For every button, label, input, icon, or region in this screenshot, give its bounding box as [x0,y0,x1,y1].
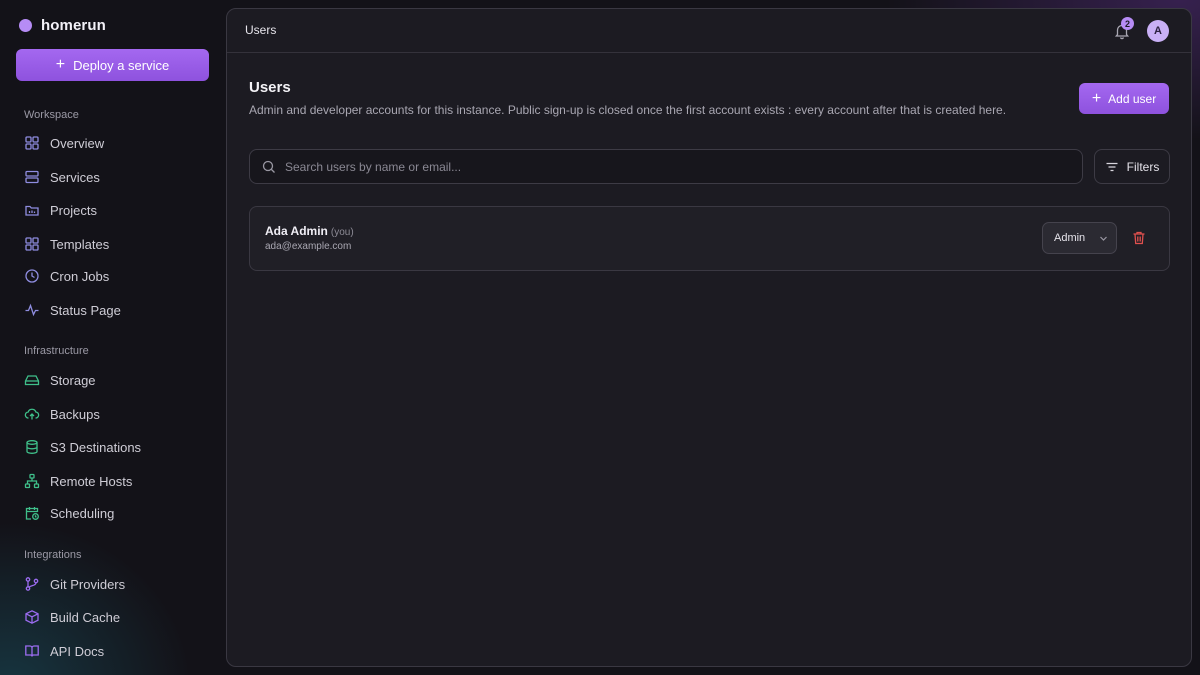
sidebar-item-storage[interactable]: Storage [24,370,96,390]
brand[interactable]: homerun [19,17,106,34]
section-label-infrastructure: Infrastructure [24,345,89,357]
user-email: ada@example.com [265,241,352,252]
sidebar-item-remote-hosts[interactable]: Remote Hosts [24,471,132,491]
sidebar-item-label: Status Page [50,302,121,318]
sidebar-item-cron-jobs[interactable]: Cron Jobs [24,266,109,286]
deploy-service-label: Deploy a service [73,57,170,73]
hard-drive-icon [24,375,40,386]
sidebar-item-label: Git Providers [50,576,126,592]
network-icon [24,473,40,489]
add-user-label: Add user [1108,91,1157,106]
box-icon [25,610,39,624]
trash-icon[interactable] [1131,230,1147,246]
search-icon [262,160,275,173]
calendar-clock-icon [25,507,39,520]
plus-icon: + [1091,89,1102,107]
sidebar-item-backups[interactable]: Backups [24,404,100,424]
sidebar-item-label: Cron Jobs [50,268,110,284]
sidebar-item-label: Backups [50,406,100,422]
server-icon [25,170,39,184]
sidebar-item-services[interactable]: Services [24,167,100,187]
role-value: Admin [1054,232,1086,244]
deploy-service-button[interactable]: + Deploy a service [16,49,209,81]
sidebar-item-label: Scheduling [50,505,115,521]
notification-count-badge: 2 [1121,17,1134,30]
sidebar: homerun + Deploy a service Workspace Ove… [0,0,225,675]
sidebar-item-label: Storage [50,372,96,388]
search-box [249,149,1083,184]
table-row: Ada Admin (you) ada@example.com Admin [249,206,1170,271]
sidebar-item-api-docs[interactable]: API Docs [24,641,104,661]
sidebar-item-label: Projects [50,202,97,218]
topbar-title: Users [245,23,277,37]
chevron-down-icon [1100,236,1108,241]
sidebar-item-label: Services [50,169,100,185]
search-input[interactable] [285,159,1065,174]
section-label-workspace: Workspace [24,109,79,121]
filters-button[interactable]: Filters [1094,149,1170,184]
avatar[interactable]: A [1147,20,1169,42]
sidebar-item-projects[interactable]: Projects [24,200,97,220]
sidebar-item-build-cache[interactable]: Build Cache [24,607,120,627]
plus-icon: + [55,56,66,73]
role-select[interactable]: Admin [1042,222,1117,254]
sidebar-item-git-providers[interactable]: Git Providers [24,574,125,594]
topbar: Users 2 A [227,9,1191,53]
sidebar-item-scheduling[interactable]: Scheduling [24,503,114,523]
page-title: Users [249,79,291,96]
sidebar-item-label: Build Cache [50,609,121,625]
sidebar-item-label: Templates [50,236,110,252]
sidebar-item-label: Overview [50,135,105,151]
clock-icon [25,269,39,283]
sidebar-item-status-page[interactable]: Status Page [24,300,121,320]
sidebar-item-overview[interactable]: Overview [24,133,104,153]
add-user-button[interactable]: + Add user [1079,83,1169,114]
sidebar-item-s3-destinations[interactable]: S3 Destinations [24,437,141,457]
sidebar-item-label: S3 Destinations [50,439,142,455]
sidebar-item-templates[interactable]: Templates [24,234,109,254]
brand-name: homerun [41,17,106,34]
database-icon [26,440,38,454]
page-description: Admin and developer accounts for this in… [249,103,1007,117]
layout-icon [25,237,39,251]
filters-label: Filters [1126,159,1160,174]
book-icon [25,645,39,657]
brand-logo-dot [19,19,32,32]
user-name: Ada Admin [265,224,328,238]
cloud-upload-icon [24,408,40,420]
you-tag: (you) [330,227,354,238]
grid-icon [25,136,39,150]
git-branch-icon [25,577,39,591]
folder-icon [25,205,39,216]
filter-icon [1106,162,1118,171]
user-name-line: Ada Admin (you) [265,224,354,238]
activity-icon [25,303,39,317]
section-label-integrations: Integrations [24,549,82,561]
sidebar-item-label: Remote Hosts [50,473,133,489]
main-panel: Users 2 A Users Admin and developer acco… [226,8,1192,667]
sidebar-item-label: API Docs [50,643,105,659]
